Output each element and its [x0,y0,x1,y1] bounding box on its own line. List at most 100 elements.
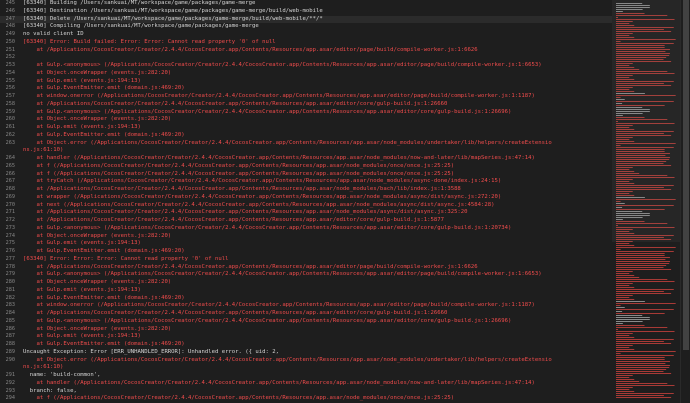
code-line[interactable]: 293 branch: false, [0,388,612,396]
line-text: branch: false, [23,387,77,394]
code-line[interactable]: 291 name: 'build-common', [0,372,612,380]
line-text: at /Applications/CocosCreator/Creator/2.… [23,310,448,316]
code-line[interactable]: 285 at Gulp.<anonymous> (/Applications/C… [0,318,612,326]
code-line[interactable]: 249 no valid client ID [0,31,612,39]
code-line[interactable]: 260 at Object.onceWrapper (events.js:282… [0,116,612,124]
code-line[interactable]: 265 at f (/Applications/CocosCreator/Cre… [0,163,612,171]
code-line[interactable]: 250 [63340] Error: Build failed: Error: E… [0,39,612,47]
minimap-line [616,351,676,352]
code-line[interactable]: 248 [63340] Compiling /Users/sankuai/MT/w… [0,23,612,31]
code-line[interactable]: 261 at Gulp.emit (events.js:194:13) [0,124,612,132]
line-number: 251 [5,46,15,53]
line-number: 247 [5,15,15,22]
code-line[interactable]: 278 at /Applications/CocosCreator/Creato… [0,264,612,272]
minimap-slider[interactable] [612,0,680,242]
code-line[interactable]: 287 at Gulp.emit (events.js:194:13) [0,333,612,341]
code-line[interactable]: 262 at Gulp.EventEmitter.emit (domain.js… [0,132,612,140]
code-line[interactable]: 266 at f (/Applications/CocosCreator/Cre… [0,171,612,179]
minimap-line [616,331,675,332]
code-line[interactable]: 254 at Object.onceWrapper (events.js:282… [0,70,612,78]
minimap-line [616,247,676,248]
code-line[interactable]: 271 at /Applications/CocosCreator/Creato… [0,209,612,217]
code-line[interactable]: 288 at Gulp.EventEmitter.emit (domain.js… [0,341,612,349]
line-number: 283 [5,302,15,309]
line-text: at Gulp.emit (events.js:194:13) [23,286,141,293]
code-line[interactable]: 275 at Gulp.emit (events.js:194:13) [0,240,612,248]
minimap-line [616,293,672,294]
code-line[interactable]: ns.js:61:10) [0,364,612,372]
code-line[interactable]: 247 [63340] Delete /Users/sankuai/MT/work… [0,15,612,24]
code-line[interactable]: 263 at Object.error (/Applications/Cocos… [0,140,612,148]
code-line[interactable]: ns.js:61:10) [0,147,612,155]
line-number: 289 [5,348,15,355]
minimap-line [616,333,633,334]
minimap-line [616,395,664,396]
code-line[interactable]: 252 [0,54,612,62]
minimap-line [616,339,674,340]
code-line[interactable]: 268 at /Applications/CocosCreator/Creato… [0,186,612,194]
code-line[interactable]: 269 at wrapper (/Applications/CocosCreat… [0,194,612,202]
code-line[interactable]: 274 at Object.onceWrapper (events.js:282… [0,233,612,241]
minimap-line [616,317,650,318]
line-number: 257 [5,93,15,99]
minimap[interactable] [612,0,680,403]
code-line[interactable]: 257 at window.onerror (/Applications/Coc… [0,93,612,101]
code-line[interactable]: 256 at Gulp.EventEmitter.emit (domain.js… [0,85,612,93]
line-text: [63340] Error: Build failed: Error: Erro… [23,38,276,45]
line-text: at /Applications/CocosCreator/Creator/2.… [23,217,444,223]
line-text: at Gulp.<anonymous> (/Applications/Cocos… [23,224,512,231]
code-line[interactable]: 272 at /Applications/CocosCreator/Creato… [0,217,612,225]
line-number: 281 [5,286,15,293]
code-line[interactable]: 246 [63340] Destination /Users/sankuai/MT… [0,8,612,16]
editor-pane[interactable]: 245 [63340] Building /Users/sankuai/MT/wo… [0,0,612,403]
code-line[interactable]: 273 at Gulp.<anonymous> (/Applications/C… [0,225,612,233]
line-number: 248 [5,23,15,30]
code-line[interactable]: 270 at next (/Applications/CocosCreator/… [0,202,612,210]
line-text: at Gulp.EventEmitter.emit (domain.js:469… [23,248,185,254]
minimap-line [616,377,630,378]
code-line[interactable]: 294 at f (/Applications/CocosCreator/Cre… [0,395,612,403]
line-text: ns.js:61:10) [23,147,64,154]
scrollbar-thumb[interactable] [683,0,689,350]
code-line[interactable]: 245 [63340] Building /Users/sankuai/MT/wo… [0,0,612,8]
code-line[interactable]: 258 at /Applications/CocosCreator/Creato… [0,101,612,109]
code-line[interactable]: 259 at Gulp.<anonymous> (/Applications/C… [0,109,612,117]
code-line[interactable]: 289 Uncaught Exception: Error [ERR_UNHAND… [0,349,612,357]
code-line[interactable]: 251 at /Applications/CocosCreator/Creato… [0,47,612,55]
code-line[interactable]: 283 at window.onerror (/Applications/Coc… [0,302,612,310]
line-text: [63340] Building /Users/sankuai/MT/works… [23,0,256,6]
code-line[interactable]: 277 [63340] Error: Error: Error: Cannot r… [0,256,612,264]
line-number: 274 [5,232,15,239]
minimap-line [616,315,643,316]
code-line[interactable]: 276 at Gulp.EventEmitter.emit (domain.js… [0,248,612,256]
line-text: at /Applications/CocosCreator/Creator/2.… [23,209,468,216]
code-line[interactable]: 253 at Gulp.<anonymous> (/Applications/C… [0,62,612,70]
code-line[interactable]: 279 at Gulp.<anonymous> (/Applications/C… [0,271,612,279]
code-line[interactable]: 281 at Gulp.emit (events.js:194:13) [0,287,612,295]
code-line[interactable]: 292 at handler (/Applications/CocosCreat… [0,380,612,388]
code-line[interactable]: 264 at handler (/Applications/CocosCreat… [0,155,612,163]
minimap-line [616,295,633,296]
line-text: at handler (/Applications/CocosCreator/C… [23,379,535,386]
line-number: 292 [5,379,15,386]
minimap-line [616,283,633,284]
minimap-line [616,385,675,386]
code-line[interactable]: 255 at Gulp.emit (events.js:194:13) [0,78,612,86]
line-text: at f (/Applications/CocosCreator/Creator… [23,170,455,177]
minimap-line [616,269,672,270]
code-line[interactable]: 267 at tryCatch (/Applications/CocosCrea… [0,178,612,186]
line-number: 280 [5,279,15,285]
code-line[interactable]: 290 at Object.error (/Applications/Cocos… [0,357,612,365]
minimap-line [616,275,635,276]
code-line[interactable]: 280 at Object.onceWrapper (events.js:282… [0,279,612,287]
minimap-line [616,299,635,300]
vertical-scrollbar[interactable] [680,0,690,403]
line-number: 270 [5,201,15,208]
code-line[interactable]: 286 at Object.onceWrapper (events.js:282… [0,326,612,334]
code-line[interactable]: 284 at /Applications/CocosCreator/Creato… [0,310,612,318]
minimap-line [616,249,621,250]
minimap-line [616,307,625,308]
minimap-line [616,387,633,388]
minimap-line [616,291,664,292]
code-line[interactable]: 282 at Gulp.EventEmitter.emit (domain.js… [0,295,612,303]
